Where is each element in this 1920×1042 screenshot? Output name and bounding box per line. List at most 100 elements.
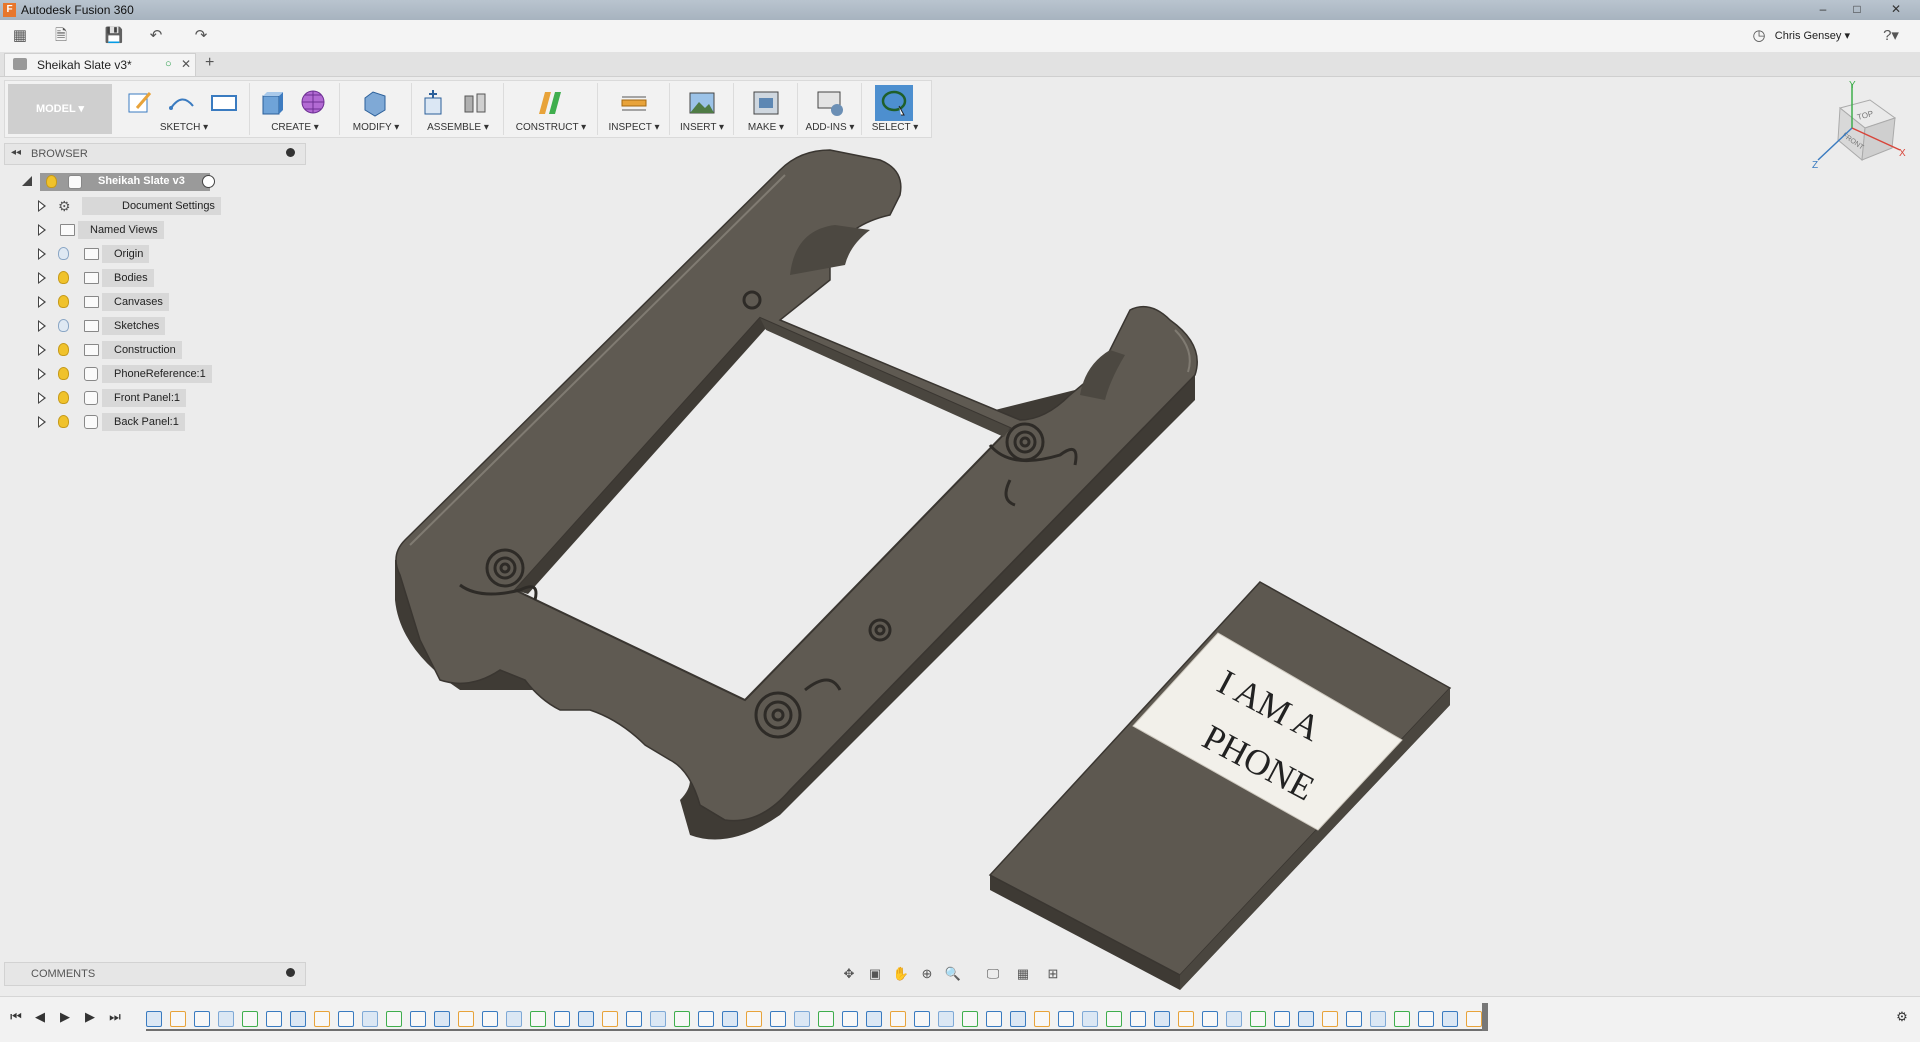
visibility-bulb-icon[interactable]: [58, 271, 69, 284]
expand-icon[interactable]: [38, 344, 46, 356]
assemble-group[interactable]: ASSEMBLE ▾: [413, 83, 504, 135]
collapse-browser-icon[interactable]: ◂◂: [11, 147, 21, 158]
visibility-bulb-icon[interactable]: [58, 415, 69, 428]
maximize-button[interactable]: □: [1840, 0, 1874, 18]
insert-group[interactable]: INSERT ▾: [671, 83, 734, 135]
timeline-feature-icon[interactable]: [194, 1011, 210, 1027]
collapse-root-icon[interactable]: [22, 176, 32, 186]
addins-group[interactable]: ADD-INS ▾: [799, 83, 862, 135]
new-tab-button[interactable]: +: [205, 54, 214, 72]
tree-item-sketches[interactable]: Sketches: [38, 316, 258, 336]
timeline-feature-icon[interactable]: [674, 1011, 690, 1027]
timeline-feature-icon[interactable]: [146, 1011, 162, 1027]
line-icon[interactable]: [167, 88, 197, 118]
timeline-feature-icon[interactable]: [1322, 1011, 1338, 1027]
step-back-icon[interactable]: ◀: [30, 1007, 50, 1027]
grid-settings-icon[interactable]: ▦: [1012, 965, 1034, 983]
modify-group[interactable]: MODIFY ▾: [341, 83, 412, 135]
user-menu[interactable]: Chris Gensey ▾: [1775, 29, 1850, 42]
tree-item-bodies[interactable]: Bodies: [38, 268, 258, 288]
display-settings-icon[interactable]: 🖵: [982, 965, 1004, 983]
save-icon[interactable]: 💾: [103, 26, 125, 46]
visibility-bulb-icon[interactable]: [58, 247, 69, 260]
tree-item-front-panel[interactable]: Front Panel:1: [38, 388, 258, 408]
step-forward-icon[interactable]: ▶: [80, 1007, 100, 1027]
sketch-group-label[interactable]: SKETCH ▾: [119, 122, 249, 133]
timeline-feature-icon[interactable]: [1394, 1011, 1410, 1027]
timeline-feature-icon[interactable]: [1154, 1011, 1170, 1027]
viewcube[interactable]: TOP FRONT Y X Z: [1800, 78, 1910, 188]
timeline-feature-icon[interactable]: [1010, 1011, 1026, 1027]
timeline-feature-icon[interactable]: [626, 1011, 642, 1027]
timeline-feature-icon[interactable]: [218, 1011, 234, 1027]
tree-item-back-panel[interactable]: Back Panel:1: [38, 412, 258, 432]
timeline-feature-icon[interactable]: [1250, 1011, 1266, 1027]
timeline-feature-icon[interactable]: [290, 1011, 306, 1027]
addins-group-label[interactable]: ADD-INS ▾: [799, 122, 861, 133]
tree-item-construction[interactable]: Construction: [38, 340, 258, 360]
minimize-button[interactable]: –: [1806, 0, 1840, 18]
timeline-feature-icon[interactable]: [1274, 1011, 1290, 1027]
timeline-feature-icon[interactable]: [1370, 1011, 1386, 1027]
fit-icon[interactable]: 🔍: [942, 965, 964, 983]
expand-icon[interactable]: [38, 320, 46, 332]
create-sketch-icon[interactable]: [125, 88, 155, 118]
timeline-feature-icon[interactable]: [818, 1011, 834, 1027]
document-tab[interactable]: Sheikah Slate v3* ○ ✕: [4, 53, 196, 76]
zoom-icon[interactable]: ⊕: [916, 965, 938, 983]
assemble-group-label[interactable]: ASSEMBLE ▾: [413, 122, 503, 133]
tree-item-document-settings[interactable]: ⚙ Document Settings: [38, 196, 258, 216]
timeline-feature-icon[interactable]: [962, 1011, 978, 1027]
visibility-bulb-icon[interactable]: [58, 343, 69, 356]
pan-hand-icon[interactable]: ✋: [890, 965, 912, 983]
construct-group[interactable]: CONSTRUCT ▾: [505, 83, 598, 135]
workspace-switcher[interactable]: MODEL ▾: [8, 84, 112, 134]
select-group[interactable]: SELECT ▾: [863, 83, 927, 135]
visibility-bulb-icon[interactable]: [58, 367, 69, 380]
play-icon[interactable]: ▶: [55, 1007, 75, 1027]
timeline-feature-icon[interactable]: [890, 1011, 906, 1027]
timeline-feature-icon[interactable]: [242, 1011, 258, 1027]
orbit-icon[interactable]: ✥: [838, 965, 860, 983]
timeline-feature-icon[interactable]: [314, 1011, 330, 1027]
timeline-feature-icon[interactable]: [170, 1011, 186, 1027]
timeline-feature-icon[interactable]: [866, 1011, 882, 1027]
timeline-feature-icon[interactable]: [1058, 1011, 1074, 1027]
close-tab-icon[interactable]: ✕: [181, 57, 191, 71]
timeline-feature-icon[interactable]: [1346, 1011, 1362, 1027]
visibility-bulb-icon[interactable]: [46, 175, 57, 188]
timeline-feature-icon[interactable]: [458, 1011, 474, 1027]
add-comment-icon[interactable]: [286, 968, 295, 977]
visibility-bulb-icon[interactable]: [58, 319, 69, 332]
3d-print-icon[interactable]: [751, 88, 781, 118]
timeline-feature-icon[interactable]: [1226, 1011, 1242, 1027]
expand-icon[interactable]: [38, 200, 46, 212]
timeline-feature-icon[interactable]: [986, 1011, 1002, 1027]
insert-image-icon[interactable]: [687, 88, 717, 118]
measure-icon[interactable]: [619, 88, 649, 118]
timeline-feature-icon[interactable]: [1178, 1011, 1194, 1027]
activate-radio-icon[interactable]: [202, 175, 215, 188]
expand-icon[interactable]: [38, 272, 46, 284]
new-component-icon[interactable]: [419, 88, 449, 118]
timeline-feature-icon[interactable]: [410, 1011, 426, 1027]
timeline-settings-gear-icon[interactable]: ⚙: [1892, 1007, 1912, 1027]
timeline-feature-icon[interactable]: [746, 1011, 762, 1027]
comments-panel[interactable]: COMMENTS: [4, 962, 306, 986]
tree-root[interactable]: Sheikah Slate v3: [22, 172, 262, 192]
joint-icon[interactable]: [461, 88, 491, 118]
go-to-end-icon[interactable]: ⏭: [105, 1007, 125, 1027]
tree-item-phone-reference[interactable]: PhoneReference:1: [38, 364, 258, 384]
create-group-label[interactable]: CREATE ▾: [251, 122, 339, 133]
rectangle-icon[interactable]: [209, 88, 239, 118]
help-icon[interactable]: ?▾: [1876, 26, 1906, 46]
extrude-icon[interactable]: [257, 88, 287, 118]
construct-group-label[interactable]: CONSTRUCT ▾: [505, 122, 597, 133]
undo-icon[interactable]: ↶: [145, 26, 167, 46]
tree-item-canvases[interactable]: Canvases: [38, 292, 258, 312]
select-lasso-icon[interactable]: [879, 88, 909, 118]
scripts-addins-icon[interactable]: [815, 88, 845, 118]
viewports-icon[interactable]: ⊞: [1042, 965, 1064, 983]
timeline-feature-icon[interactable]: [794, 1011, 810, 1027]
job-status-clock-icon[interactable]: ◷: [1748, 26, 1770, 46]
